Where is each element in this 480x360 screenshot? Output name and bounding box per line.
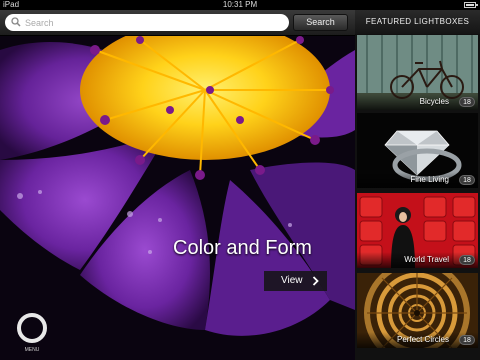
hero-image[interactable]: [0, 10, 355, 360]
tile-label: Fine Living: [410, 175, 449, 184]
search-icon: [11, 17, 21, 27]
count-badge: 18: [459, 175, 475, 185]
lightbox-tile-perfect-circles[interactable]: Perfect Circles 18: [357, 273, 478, 348]
lightbox-tile-fine-living[interactable]: Fine Living 18: [357, 113, 478, 188]
tile-label: Bicycles: [419, 97, 449, 106]
search-bar: Search: [0, 10, 355, 36]
battery-icon: [464, 2, 478, 8]
circle-icon: [17, 313, 47, 343]
count-badge: 18: [459, 255, 475, 265]
tile-label: Perfect Circles: [396, 335, 449, 344]
view-button[interactable]: View: [264, 271, 327, 291]
menu-label: MENU: [24, 347, 40, 353]
hero-title: Color and Form: [173, 237, 312, 259]
status-bar: iPad 10:31 PM: [0, 0, 480, 10]
count-badge: 18: [459, 335, 475, 345]
tile-label: World Travel: [404, 255, 449, 264]
flower-illustration: [0, 10, 355, 360]
menu-button[interactable]: MENU: [17, 313, 47, 356]
search-field[interactable]: [5, 14, 289, 31]
chevron-right-icon: [312, 276, 319, 286]
search-input[interactable]: [25, 15, 280, 30]
panel-title: FEATURED LIGHTBOXES: [355, 10, 480, 34]
featured-lightboxes-panel: FEATURED LIGHTBOXES Bicycles 18 Fine Liv…: [355, 10, 480, 360]
search-button[interactable]: Search: [293, 14, 348, 31]
lightbox-tile-world-travel[interactable]: World Travel 18: [357, 193, 478, 268]
lightbox-tile-bicycles[interactable]: Bicycles 18: [357, 35, 478, 110]
clock: 10:31 PM: [222, 0, 258, 9]
view-button-label: View: [281, 275, 303, 286]
count-badge: 18: [459, 97, 475, 107]
